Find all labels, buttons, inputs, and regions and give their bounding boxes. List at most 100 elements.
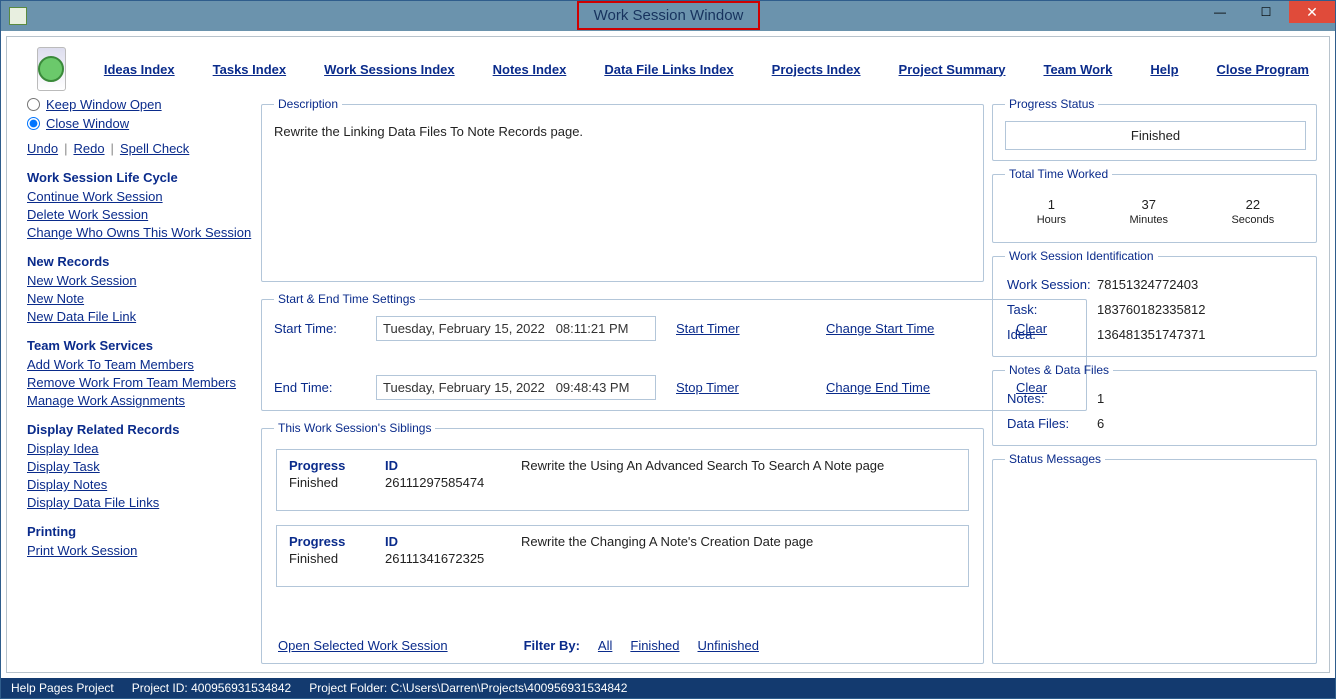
start-timer-link[interactable]: Start Timer — [676, 321, 806, 336]
time-settings-fieldset: Start & End Time Settings Start Time: St… — [261, 292, 1087, 411]
open-selected-link[interactable]: Open Selected Work Session — [278, 638, 448, 653]
hours-value: 1 — [1037, 197, 1066, 212]
window-title-highlight: Work Session Window — [577, 1, 760, 30]
identification-fieldset: Work Session Identification Work Session… — [992, 249, 1317, 357]
nav-team-work[interactable]: Team Work — [1043, 62, 1112, 77]
minimize-button[interactable]: — — [1197, 1, 1243, 23]
sibling-progress: Finished — [289, 551, 379, 566]
radio-keep-open-label[interactable]: Keep Window Open — [46, 97, 162, 112]
stop-timer-link[interactable]: Stop Timer — [676, 380, 806, 395]
task-id-value: 183760182335812 — [1097, 302, 1304, 317]
progress-status-value: Finished — [1008, 124, 1303, 147]
link-new-note[interactable]: New Note — [27, 291, 253, 306]
nav-projects-index[interactable]: Projects Index — [772, 62, 861, 77]
app-icon — [9, 7, 27, 25]
link-team-add[interactable]: Add Work To Team Members — [27, 357, 253, 372]
minutes-value: 37 — [1130, 197, 1169, 212]
link-change-owner[interactable]: Change Who Owns This Work Session — [27, 225, 253, 240]
col-id: ID — [385, 458, 515, 473]
sibling-text: Rewrite the Using An Advanced Search To … — [521, 458, 956, 473]
radio-close-window-label[interactable]: Close Window — [46, 116, 129, 131]
filter-all[interactable]: All — [598, 638, 612, 653]
col-progress: Progress — [289, 534, 379, 549]
sibling-id: 26111297585474 — [385, 475, 515, 490]
col-progress: Progress — [289, 458, 379, 473]
nav-data-file-links-index[interactable]: Data File Links Index — [604, 62, 733, 77]
task-id-label: Task: — [1007, 302, 1097, 317]
separator: | — [111, 141, 114, 156]
status-messages-fieldset: Status Messages — [992, 452, 1317, 664]
group-lifecycle-title: Work Session Life Cycle — [27, 170, 253, 185]
separator: | — [64, 141, 67, 156]
group-display-title: Display Related Records — [27, 422, 253, 437]
link-display-idea[interactable]: Display Idea — [27, 441, 253, 456]
window-title: Work Session Window — [594, 7, 744, 24]
filter-label: Filter By: — [524, 638, 580, 653]
progress-status-legend: Progress Status — [1005, 97, 1098, 111]
redo-link[interactable]: Redo — [73, 141, 104, 156]
seconds-value: 22 — [1231, 197, 1274, 212]
files-count-label: Data Files: — [1007, 416, 1097, 431]
clock-icon — [38, 56, 64, 82]
ws-id-value: 78151324772403 — [1097, 277, 1304, 292]
ws-id-label: Work Session: — [1007, 277, 1097, 292]
change-end-link[interactable]: Change End Time — [826, 380, 996, 395]
minutes-label: Minutes — [1130, 214, 1169, 226]
link-delete-ws[interactable]: Delete Work Session — [27, 207, 253, 222]
link-display-task[interactable]: Display Task — [27, 459, 253, 474]
sibling-id: 26111341672325 — [385, 551, 515, 566]
undo-link[interactable]: Undo — [27, 141, 58, 156]
radio-close-window[interactable] — [27, 117, 40, 130]
change-start-link[interactable]: Change Start Time — [826, 321, 996, 336]
end-time-input[interactable] — [376, 375, 656, 400]
start-time-input[interactable] — [376, 316, 656, 341]
nav-tasks-index[interactable]: Tasks Index — [213, 62, 286, 77]
sibling-progress: Finished — [289, 475, 379, 490]
status-project-id: 400956931534842 — [191, 681, 291, 695]
sibling-text: Rewrite the Changing A Note's Creation D… — [521, 534, 956, 549]
group-new-records-title: New Records — [27, 254, 253, 269]
idea-id-value: 136481351747371 — [1097, 327, 1304, 342]
app-logo — [37, 47, 66, 91]
link-team-manage[interactable]: Manage Work Assignments — [27, 393, 253, 408]
maximize-button[interactable]: ☐ — [1243, 1, 1289, 23]
link-new-ws[interactable]: New Work Session — [27, 273, 253, 288]
close-button[interactable]: ✕ — [1289, 1, 1335, 23]
nav-help[interactable]: Help — [1150, 62, 1178, 77]
titlebar: Work Session Window — ☐ ✕ — [1, 1, 1335, 31]
end-time-label: End Time: — [274, 380, 356, 395]
nav-ideas-index[interactable]: Ideas Index — [104, 62, 175, 77]
status-project-name: Help Pages Project — [11, 681, 114, 695]
start-time-label: Start Time: — [274, 321, 356, 336]
siblings-list[interactable]: Progress ID Rewrite the Using An Advance… — [274, 445, 973, 632]
siblings-fieldset: This Work Session's Siblings Progress ID… — [261, 421, 984, 664]
description-text[interactable]: Rewrite the Linking Data Files To Note R… — [274, 121, 973, 271]
link-print-ws[interactable]: Print Work Session — [27, 543, 253, 558]
status-project-folder-label: Project Folder: — [309, 681, 387, 695]
sibling-row[interactable]: Progress ID Rewrite the Using An Advance… — [276, 449, 969, 511]
sibling-row[interactable]: Progress ID Rewrite the Changing A Note'… — [276, 525, 969, 587]
description-legend: Description — [274, 97, 342, 111]
link-team-remove[interactable]: Remove Work From Team Members — [27, 375, 253, 390]
files-count-value: 6 — [1097, 416, 1304, 431]
center-panel: Description Rewrite the Linking Data Fil… — [261, 97, 984, 664]
spell-check-link[interactable]: Spell Check — [120, 141, 189, 156]
time-settings-legend: Start & End Time Settings — [274, 292, 419, 306]
idea-id-label: Idea: — [1007, 327, 1097, 342]
group-team-title: Team Work Services — [27, 338, 253, 353]
main-toolbar: Ideas Index Tasks Index Work Sessions In… — [7, 37, 1329, 93]
nav-close-program[interactable]: Close Program — [1217, 62, 1309, 77]
radio-keep-open[interactable] — [27, 98, 40, 111]
link-display-notes[interactable]: Display Notes — [27, 477, 253, 492]
nav-notes-index[interactable]: Notes Index — [493, 62, 567, 77]
nav-work-sessions-index[interactable]: Work Sessions Index — [324, 62, 455, 77]
identification-legend: Work Session Identification — [1005, 249, 1158, 263]
nav-project-summary[interactable]: Project Summary — [899, 62, 1006, 77]
status-messages-legend: Status Messages — [1005, 452, 1105, 466]
link-display-dfl[interactable]: Display Data File Links — [27, 495, 253, 510]
link-new-dfl[interactable]: New Data File Link — [27, 309, 253, 324]
filter-finished[interactable]: Finished — [630, 638, 679, 653]
notes-count-value: 1 — [1097, 391, 1304, 406]
link-continue-ws[interactable]: Continue Work Session — [27, 189, 253, 204]
filter-unfinished[interactable]: Unfinished — [698, 638, 759, 653]
